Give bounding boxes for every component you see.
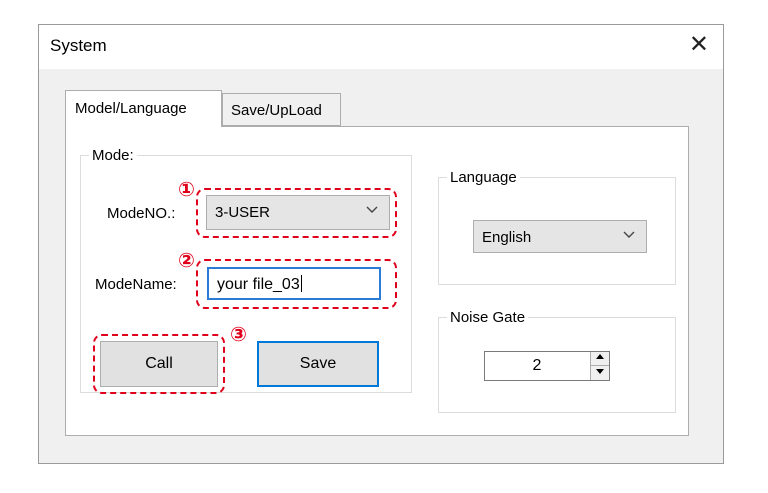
mode-no-label: ModeNO.: [107, 205, 176, 222]
mode-name-value: your file_03 [217, 276, 300, 293]
system-dialog: System ✕ Model/Language Save/UpLoad Mode… [38, 24, 724, 464]
callout-number-1: ① [178, 177, 195, 201]
chevron-down-icon [622, 227, 636, 244]
tab-panel: Mode: ModeNO.: 3-USER ① ModeName: your f… [65, 126, 689, 436]
spinner-arrows [590, 352, 609, 380]
triangle-down-icon[interactable] [591, 366, 609, 380]
tab-model-language[interactable]: Model/Language [65, 90, 222, 127]
call-button[interactable]: Call [100, 341, 218, 387]
tab-save-upload[interactable]: Save/UpLoad [222, 93, 341, 126]
mode-no-value: 3-USER [215, 204, 271, 221]
noise-gate-value: 2 [532, 357, 542, 374]
mode-name-field[interactable]: your file_03 [207, 267, 381, 300]
triangle-up-icon[interactable] [591, 352, 609, 366]
noise-gate-legend: Noise Gate [450, 309, 526, 326]
language-group-legend: Language [450, 169, 517, 186]
callout-number-2: ② [178, 248, 195, 272]
noise-gate-spinner[interactable]: 2 [484, 351, 610, 381]
title-bar: System ✕ [39, 25, 723, 69]
window-title: System [50, 36, 107, 55]
text-cursor [300, 275, 302, 292]
mode-name-label: ModeName: [95, 276, 177, 293]
language-value: English [482, 229, 532, 246]
chevron-down-icon [365, 202, 379, 219]
mode-no-dropdown[interactable]: 3-USER [206, 195, 390, 230]
mode-group-legend: Mode: [92, 147, 134, 164]
language-dropdown[interactable]: English [473, 220, 647, 253]
callout-number-3: ③ [230, 322, 247, 346]
save-button[interactable]: Save [257, 341, 379, 387]
close-icon[interactable]: ✕ [689, 33, 709, 57]
